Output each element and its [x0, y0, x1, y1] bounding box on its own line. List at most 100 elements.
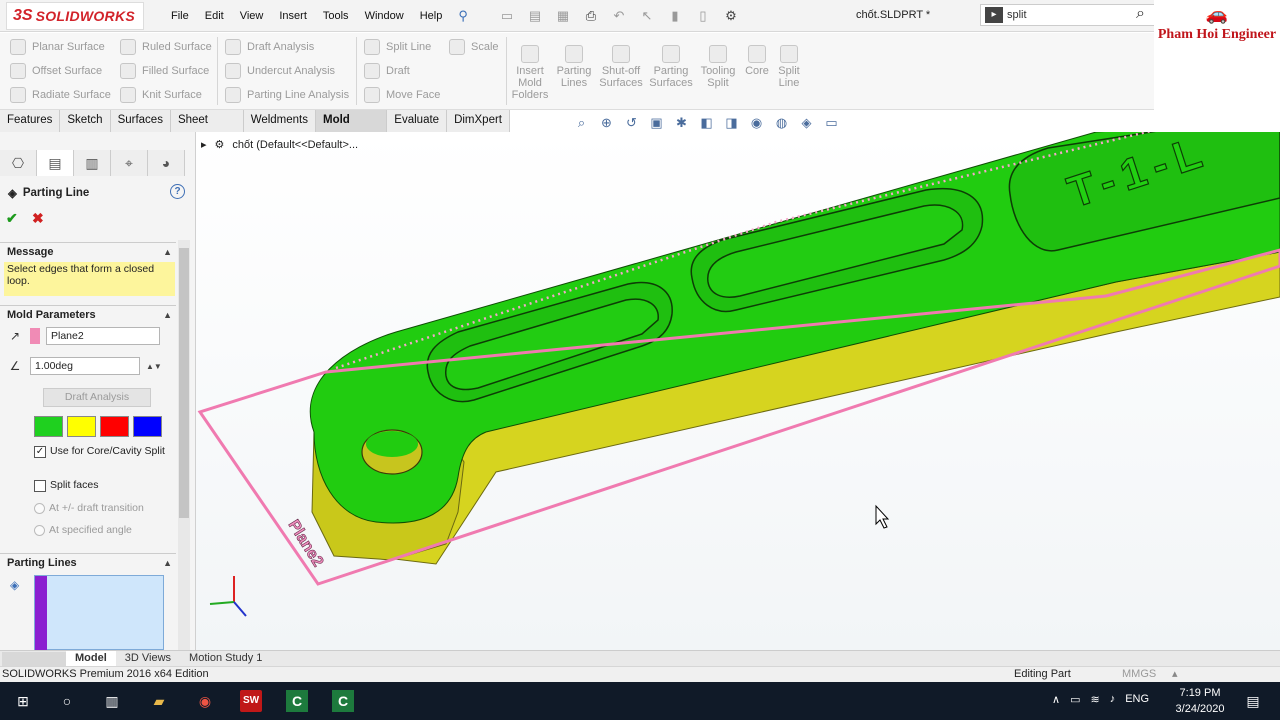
tab-scroll-arrows-icon[interactable]: [2, 651, 66, 666]
negative-draft-swatch[interactable]: [100, 416, 129, 437]
offset-surface-button[interactable]: Offset Surface: [10, 59, 111, 83]
tooling-split-button[interactable]: Tooling Split: [697, 45, 739, 89]
radio-draft-transition[interactable]: At +/- draft transition: [34, 502, 144, 514]
zoom-to-fit-icon[interactable]: ⌕: [572, 114, 591, 132]
open-icon[interactable]: ▤: [526, 8, 544, 24]
draft-analysis-button[interactable]: Draft Analysis: [225, 35, 349, 59]
shut-off-surfaces-button[interactable]: Shut-off Surfaces: [598, 45, 644, 89]
split-faces-checkbox[interactable]: Split faces: [34, 480, 98, 492]
tab-features[interactable]: Features: [0, 110, 61, 132]
scale-button[interactable]: Scale: [449, 35, 499, 59]
tab-sketch[interactable]: Sketch: [60, 110, 111, 132]
filled-surface-button[interactable]: Filled Surface: [120, 59, 212, 83]
options-gear-icon[interactable]: ⚙: [722, 8, 740, 24]
message-section-header[interactable]: Message ▲: [0, 242, 176, 260]
draft-analysis-button[interactable]: Draft Analysis: [43, 388, 151, 407]
apply-scene-icon[interactable]: ◈: [797, 114, 816, 132]
view-orientation-icon[interactable]: ◧: [697, 114, 716, 132]
knit-surface-button[interactable]: Knit Surface: [120, 83, 212, 107]
cortana-search-icon[interactable]: ○: [56, 690, 78, 712]
collapse-chevron-icon[interactable]: ▲: [163, 554, 172, 572]
menu-edit[interactable]: Edit: [197, 10, 232, 22]
radio-dot[interactable]: [34, 502, 45, 514]
camtasia-icon[interactable]: C: [286, 690, 308, 712]
undo-icon[interactable]: ↶: [610, 8, 628, 24]
new-document-icon[interactable]: ▭: [498, 8, 516, 24]
menu-view[interactable]: View: [232, 10, 272, 22]
cancel-button[interactable]: ✖: [32, 210, 44, 227]
tab-surfaces[interactable]: Surfaces: [111, 110, 171, 132]
search-field[interactable]: ▸: [980, 4, 1156, 26]
feature-manager-tab-icon[interactable]: ⎔: [0, 150, 37, 176]
display-manager-tab-icon[interactable]: ◕: [148, 150, 185, 176]
checkbox-unchecked[interactable]: [34, 480, 46, 492]
volume-icon[interactable]: ♪: [1110, 693, 1116, 706]
select-icon[interactable]: ↖: [638, 8, 656, 24]
file-explorer-icon[interactable]: ▰: [148, 690, 170, 712]
pin-icon[interactable]: ⚲: [450, 8, 476, 24]
direction-of-pull-field[interactable]: [46, 327, 160, 345]
tab-motion-study[interactable]: Motion Study 1: [180, 651, 271, 667]
split-line-button[interactable]: Split Line: [364, 35, 440, 59]
display-style-icon[interactable]: ◨: [722, 114, 741, 132]
tab-model[interactable]: Model: [66, 650, 116, 667]
menu-tools[interactable]: Tools: [315, 10, 357, 22]
tab-evaluate[interactable]: Evaluate: [387, 110, 448, 132]
collapse-chevron-icon[interactable]: ▲: [163, 243, 172, 261]
rebuild-icon[interactable]: ▮: [666, 8, 684, 24]
ruled-surface-button[interactable]: Ruled Surface: [120, 35, 212, 59]
checkbox-checked[interactable]: ✓: [34, 446, 46, 458]
edit-appearance-icon[interactable]: ◍: [772, 114, 791, 132]
split-line-mold-button[interactable]: Split Line: [775, 45, 803, 89]
ok-button[interactable]: ✔: [6, 210, 18, 227]
graphics-area[interactable]: T-1-L Plane2 ⌂ ◫ ▱ ▦ ◐ ▤ ✉: [196, 132, 1280, 650]
unit-system-up-icon[interactable]: ▴: [1172, 667, 1178, 680]
battery-icon[interactable]: ▭: [1070, 693, 1080, 706]
help-icon[interactable]: ?: [170, 184, 185, 199]
radiate-surface-button[interactable]: Radiate Surface: [10, 83, 111, 107]
menu-file[interactable]: File: [163, 10, 197, 22]
straddle-faces-swatch[interactable]: [133, 416, 162, 437]
unit-system-label[interactable]: MMGS: [1122, 668, 1156, 680]
tab-3d-views[interactable]: 3D Views: [116, 651, 180, 667]
move-face-button[interactable]: Move Face: [364, 83, 440, 107]
positive-draft-swatch[interactable]: [34, 416, 63, 437]
system-clock[interactable]: 7:19 PM 3/24/2020: [1172, 685, 1228, 717]
scrollbar-thumb[interactable]: [179, 248, 189, 518]
windows-start-icon[interactable]: ⊞: [12, 690, 34, 712]
parting-lines-button[interactable]: Parting Lines: [555, 45, 593, 89]
configuration-manager-tab-icon[interactable]: ▥: [74, 150, 111, 176]
collapse-chevron-icon[interactable]: ▲: [163, 306, 172, 324]
task-view-icon[interactable]: ▥: [101, 690, 123, 712]
print-icon[interactable]: ⎙: [582, 8, 600, 24]
tab-weldments[interactable]: Weldments: [244, 110, 316, 132]
mold-parameters-section-header[interactable]: Mold Parameters ▲: [0, 305, 176, 323]
zoom-to-area-icon[interactable]: ⊕: [597, 114, 616, 132]
file-properties-icon[interactable]: ▯: [694, 8, 712, 24]
menu-window[interactable]: Window: [357, 10, 412, 22]
expand-arrow-icon[interactable]: ▸: [201, 138, 207, 151]
dynamic-annotation-icon[interactable]: ✱: [672, 114, 691, 132]
angle-spinner-icon[interactable]: ▲▼: [146, 362, 162, 371]
direction-arrow-icon[interactable]: ↗: [6, 327, 24, 345]
camtasia-recorder-icon[interactable]: C: [332, 690, 354, 712]
draft-button[interactable]: Draft: [364, 59, 440, 83]
menu-help[interactable]: Help: [412, 10, 451, 22]
use-core-cavity-checkbox[interactable]: ✓ Use for Core/Cavity Split: [34, 446, 165, 458]
tab-sheet-metal[interactable]: Sheet Metal: [171, 110, 244, 147]
previous-view-icon[interactable]: ↺: [622, 114, 641, 132]
draft-angle-field[interactable]: [30, 357, 140, 375]
solidworks-logo[interactable]: 3S SOLIDWORKS: [6, 2, 144, 30]
radio-specified-angle[interactable]: At specified angle: [34, 524, 132, 536]
insert-mold-folders-button[interactable]: Insert Mold Folders: [510, 45, 550, 101]
parting-line-analysis-button[interactable]: Parting Line Analysis: [225, 83, 349, 107]
core-button[interactable]: Core: [743, 45, 771, 77]
view-settings-icon[interactable]: ▭: [822, 114, 841, 132]
search-icon[interactable]: ⌕: [1136, 5, 1145, 23]
requires-draft-swatch[interactable]: [67, 416, 96, 437]
hide-show-icon[interactable]: ◉: [747, 114, 766, 132]
notifications-icon[interactable]: ▤: [1242, 690, 1264, 712]
planar-surface-button[interactable]: Planar Surface: [10, 35, 111, 59]
menu-insert[interactable]: Insert: [271, 10, 315, 22]
dimxpert-manager-tab-icon[interactable]: ⌖: [111, 150, 148, 176]
